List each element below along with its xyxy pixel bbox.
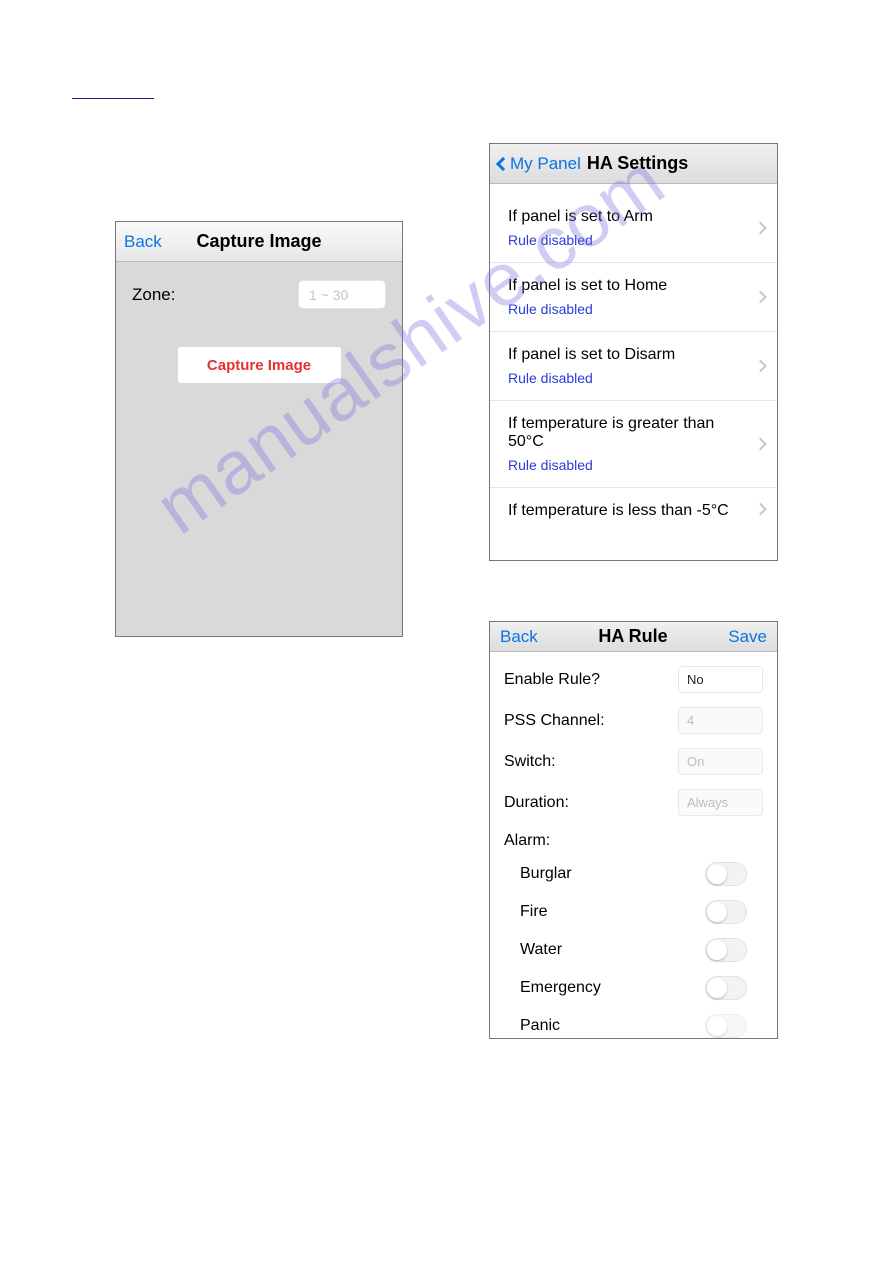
toggle-knob — [707, 978, 727, 998]
rule-condition: If panel is set to Home — [508, 277, 747, 295]
rule-condition: If temperature is greater than 50°C — [508, 415, 747, 451]
link-underline — [72, 98, 154, 99]
pss-channel-label: PSS Channel: — [504, 712, 605, 730]
pss-channel-input[interactable]: 4 — [678, 707, 763, 734]
ha-rule-body: Enable Rule? No PSS Channel: 4 Switch: O… — [490, 652, 777, 1038]
alarm-rows: Burglar Fire Water Emergency Panic — [504, 862, 763, 1038]
alarm-name: Burglar — [520, 865, 572, 883]
duration-input[interactable]: Always — [678, 789, 763, 816]
enable-rule-input[interactable]: No — [678, 666, 763, 693]
rule-status: Rule disabled — [508, 457, 747, 473]
chevron-right-icon — [754, 360, 767, 373]
rule-row[interactable]: If panel is set to Home Rule disabled — [490, 263, 777, 332]
page-title: HA Rule — [598, 626, 667, 647]
zone-label: Zone: — [132, 285, 175, 305]
back-label: My Panel — [510, 154, 581, 174]
alarm-label: Alarm: — [504, 832, 763, 850]
alarm-row-burglar: Burglar — [520, 862, 763, 886]
toggle-knob — [707, 1016, 727, 1036]
chevron-right-icon — [754, 291, 767, 304]
rule-row[interactable]: If panel is set to Disarm Rule disabled — [490, 332, 777, 401]
capture-image-button[interactable]: Capture Image — [178, 347, 341, 383]
page-title: HA Settings — [587, 153, 688, 174]
fire-toggle[interactable] — [705, 900, 747, 924]
rule-condition: If panel is set to Disarm — [508, 346, 747, 364]
capture-body: Zone: 1 ~ 30 Capture Image — [116, 262, 402, 383]
switch-row: Switch: On — [504, 748, 763, 775]
ha-rule-panel: Back HA Rule Save Enable Rule? No PSS Ch… — [489, 621, 778, 1039]
alarm-row-panic: Panic — [520, 1014, 763, 1038]
enable-rule-row: Enable Rule? No — [504, 666, 763, 693]
switch-label: Switch: — [504, 753, 556, 771]
alarm-name: Panic — [520, 1017, 560, 1035]
alarm-section: Alarm: Burglar Fire Water Emergency — [504, 832, 763, 1038]
capture-header: Back Capture Image — [116, 222, 402, 262]
rule-status: Rule disabled — [508, 301, 747, 317]
chevron-right-icon — [754, 503, 767, 516]
zone-input[interactable]: 1 ~ 30 — [298, 280, 386, 309]
capture-image-panel: Back Capture Image Zone: 1 ~ 30 Capture … — [115, 221, 403, 637]
rule-list: If panel is set to Arm Rule disabled If … — [490, 184, 777, 560]
rule-status: Rule disabled — [508, 232, 747, 248]
rule-status: Rule disabled — [508, 370, 747, 386]
ha-settings-header: My Panel HA Settings — [490, 144, 777, 184]
toggle-knob — [707, 940, 727, 960]
capture-button-row: Capture Image — [132, 347, 386, 383]
water-toggle[interactable] — [705, 938, 747, 962]
switch-input[interactable]: On — [678, 748, 763, 775]
back-button[interactable]: Back — [500, 627, 538, 647]
toggle-knob — [707, 864, 727, 884]
chevron-right-icon — [754, 438, 767, 451]
burglar-toggle[interactable] — [705, 862, 747, 886]
alarm-row-fire: Fire — [520, 900, 763, 924]
duration-row: Duration: Always — [504, 789, 763, 816]
pss-channel-row: PSS Channel: 4 — [504, 707, 763, 734]
save-button[interactable]: Save — [728, 627, 767, 647]
alarm-name: Fire — [520, 903, 548, 921]
rule-row[interactable]: If panel is set to Arm Rule disabled — [490, 194, 777, 263]
alarm-row-emergency: Emergency — [520, 976, 763, 1000]
rule-row[interactable]: If temperature is greater than 50°C Rule… — [490, 401, 777, 488]
chevron-left-icon — [496, 156, 510, 170]
rule-condition: If temperature is less than -5°C — [508, 502, 747, 520]
ha-settings-panel: My Panel HA Settings If panel is set to … — [489, 143, 778, 561]
panic-toggle[interactable] — [705, 1014, 747, 1038]
ha-rule-header: Back HA Rule Save — [490, 622, 777, 652]
duration-label: Duration: — [504, 794, 569, 812]
alarm-name: Emergency — [520, 979, 601, 997]
toggle-knob — [707, 902, 727, 922]
enable-rule-label: Enable Rule? — [504, 671, 600, 689]
back-button[interactable]: My Panel — [498, 154, 581, 174]
chevron-right-icon — [754, 222, 767, 235]
alarm-row-water: Water — [520, 938, 763, 962]
alarm-name: Water — [520, 941, 562, 959]
zone-row: Zone: 1 ~ 30 — [132, 280, 386, 309]
rule-condition: If panel is set to Arm — [508, 208, 747, 226]
back-button[interactable]: Back — [124, 232, 162, 252]
rule-row[interactable]: If temperature is less than -5°C — [490, 488, 777, 530]
emergency-toggle[interactable] — [705, 976, 747, 1000]
